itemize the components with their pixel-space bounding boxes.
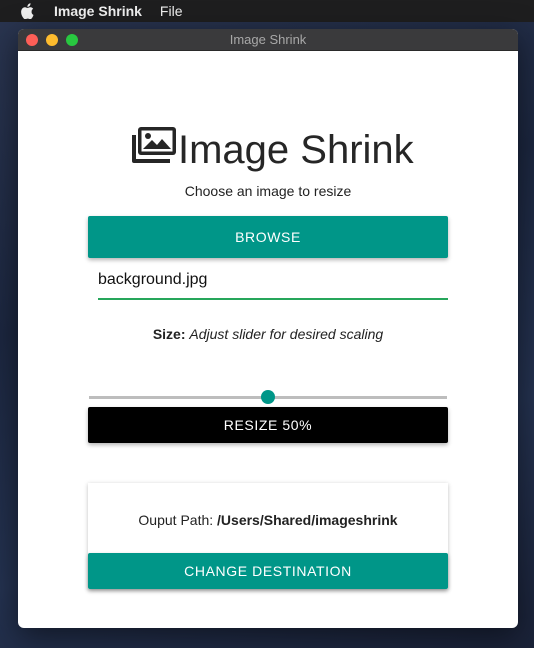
size-label: Size: xyxy=(152,326,186,342)
main-content: Image Shrink Choose an image to resize B… xyxy=(18,51,518,628)
app-window: Image Shrink Image Shrink Choose an imag… xyxy=(18,29,518,628)
traffic-lights xyxy=(26,34,78,46)
app-logo: Image Shrink xyxy=(130,125,414,175)
window-titlebar[interactable]: Image Shrink xyxy=(18,29,518,51)
size-instructions: Size: Adjust slider for desired scaling xyxy=(18,326,518,342)
slider-thumb[interactable] xyxy=(261,390,275,404)
subtitle: Choose an image to resize xyxy=(184,183,352,199)
change-destination-button[interactable]: CHANGE DESTINATION xyxy=(88,553,448,589)
size-hint: Adjust slider for desired scaling xyxy=(189,326,384,342)
menu-bar: Image Shrink File xyxy=(0,0,534,22)
window-title: Image Shrink xyxy=(229,32,307,47)
output-path-label: Ouput Path: xyxy=(138,512,214,528)
browse-button[interactable]: BROWSE xyxy=(88,216,448,258)
zoom-window-button[interactable] xyxy=(66,34,78,46)
images-icon xyxy=(130,125,178,175)
resize-button[interactable]: RESIZE 50% xyxy=(88,407,448,443)
output-path-value: /Users/Shared/imageshrink xyxy=(217,512,398,528)
logo-text: Image Shrink xyxy=(178,127,414,172)
output-card: Ouput Path: /Users/Shared/imageshrink CH… xyxy=(88,483,448,589)
menu-app-name[interactable]: Image Shrink xyxy=(54,3,142,19)
output-path-line: Ouput Path: /Users/Shared/imageshrink xyxy=(88,512,448,528)
menu-file[interactable]: File xyxy=(160,3,183,19)
close-window-button[interactable] xyxy=(26,34,38,46)
size-slider[interactable] xyxy=(89,388,447,408)
file-path-field[interactable]: background.jpg xyxy=(98,267,448,300)
apple-icon[interactable] xyxy=(20,3,34,19)
minimize-window-button[interactable] xyxy=(46,34,58,46)
